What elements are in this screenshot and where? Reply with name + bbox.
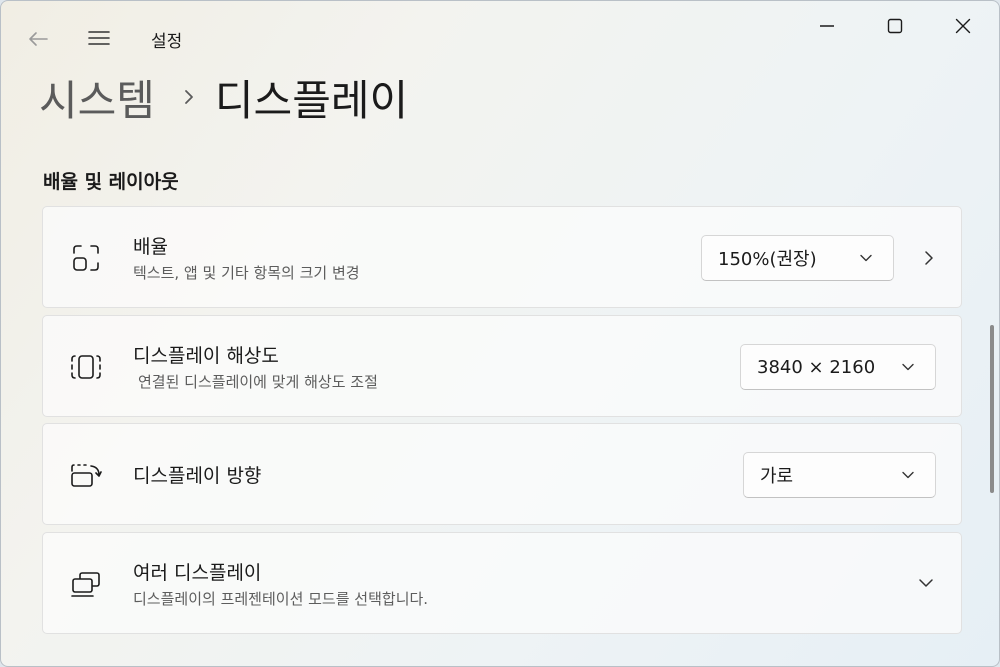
multiple-displays-description: 디스플레이의 프레젠테이션 모드를 선택합니다.	[133, 590, 429, 608]
maximize-button[interactable]	[872, 9, 918, 43]
page-title: 디스플레이	[214, 75, 409, 125]
multiple-displays-icon	[69, 567, 103, 601]
chevron-down-icon	[902, 363, 914, 371]
orientation-setting-card: 디스플레이 방향 가로	[42, 423, 962, 525]
chevron-down-icon[interactable]	[917, 577, 935, 589]
multiple-displays-title: 여러 디스플레이	[133, 562, 262, 584]
scale-description: 텍스트, 앱 및 기타 항목의 크기 변경	[133, 264, 360, 282]
minimize-button[interactable]	[804, 9, 850, 43]
resolution-icon	[69, 350, 103, 384]
navigation-menu-button[interactable]	[83, 23, 115, 53]
close-icon	[955, 18, 971, 34]
chevron-right-icon[interactable]	[923, 249, 935, 267]
back-arrow-icon	[29, 32, 48, 46]
maximize-icon	[887, 18, 903, 34]
close-button[interactable]	[940, 9, 986, 43]
section-title: 배율 및 레이아웃	[43, 171, 179, 193]
resolution-description: 연결된 디스플레이에 맞게 해상도 조절	[138, 373, 378, 391]
orientation-dropdown[interactable]: 가로	[743, 452, 936, 498]
scale-dropdown-value: 150%(권장)	[718, 249, 817, 270]
settings-window: 설정 시스템 디스플레이 배율 및 레이아웃 배율 텍스트, 앱 및 기타 항목…	[0, 0, 1000, 667]
vertical-scrollbar[interactable]	[990, 325, 994, 493]
hamburger-icon	[88, 31, 110, 45]
minimize-icon	[820, 25, 834, 27]
orientation-dropdown-value: 가로	[760, 466, 794, 487]
breadcrumb-chevron-icon	[183, 87, 195, 107]
app-title: 설정	[151, 32, 183, 52]
resolution-setting-card: 디스플레이 해상도 연결된 디스플레이에 맞게 해상도 조절 3840 × 21…	[42, 315, 962, 417]
orientation-icon	[69, 458, 103, 492]
title-bar: 설정	[1, 1, 999, 71]
resolution-dropdown[interactable]: 3840 × 2160	[740, 344, 936, 390]
orientation-title: 디스플레이 방향	[133, 465, 262, 487]
scale-icon	[69, 241, 103, 275]
multiple-displays-card[interactable]: 여러 디스플레이 디스플레이의 프레젠테이션 모드를 선택합니다.	[42, 532, 962, 634]
scale-setting-card[interactable]: 배율 텍스트, 앱 및 기타 항목의 크기 변경 150%(권장)	[42, 206, 962, 308]
chevron-down-icon	[860, 254, 872, 262]
back-button[interactable]	[23, 25, 53, 53]
scale-title: 배율	[133, 236, 168, 258]
breadcrumb-parent-system[interactable]: 시스템	[39, 67, 155, 128]
scale-dropdown[interactable]: 150%(권장)	[701, 235, 894, 281]
resolution-title: 디스플레이 해상도	[133, 345, 279, 367]
resolution-dropdown-value: 3840 × 2160	[757, 356, 876, 378]
breadcrumb: 시스템 디스플레이	[39, 67, 408, 127]
chevron-down-icon	[902, 471, 914, 479]
